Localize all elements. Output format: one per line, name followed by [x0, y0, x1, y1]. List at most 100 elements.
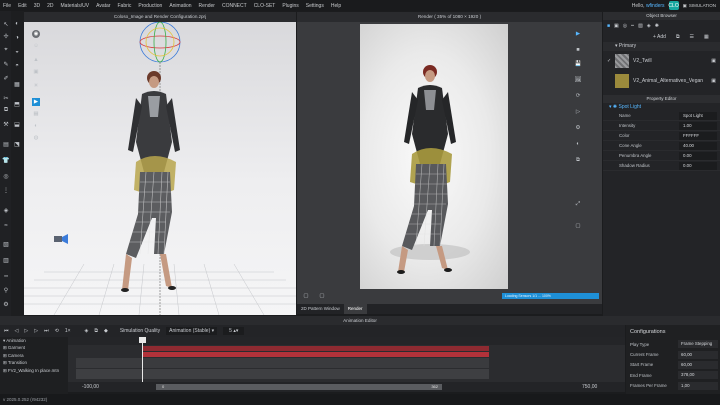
- zipper-icon[interactable]: ⋮: [2, 186, 10, 194]
- prop-value[interactable]: FFFFFF: [679, 131, 717, 140]
- layer-icon[interactable]: ▦: [13, 80, 21, 88]
- go-to-end-icon[interactable]: ⏭: [44, 328, 49, 334]
- menu-edit[interactable]: Edit: [18, 3, 27, 9]
- camera-track[interactable]: [142, 352, 489, 357]
- grid-view-icon[interactable]: ▦: [704, 34, 709, 40]
- garment-track[interactable]: [142, 346, 489, 351]
- tree-item-garment[interactable]: ⊞ Garment: [0, 344, 68, 351]
- tree-item-transition[interactable]: ⊞ Transition: [0, 359, 68, 366]
- property-node[interactable]: ▾ ✺ Spot Light: [603, 103, 720, 111]
- menu-clo-set[interactable]: CLO-SET: [254, 3, 276, 9]
- viewport3d[interactable]: [24, 22, 296, 315]
- prop-value[interactable]: 0.00: [679, 151, 717, 160]
- cfg-value[interactable]: 378,00: [678, 371, 718, 380]
- step-forward-icon[interactable]: ▷: [34, 328, 38, 334]
- transition-track[interactable]: [142, 358, 489, 368]
- render-save-icon[interactable]: 💾: [574, 60, 582, 68]
- tab-2d-pattern-window[interactable]: 2D Pattern Window: [297, 304, 344, 314]
- loop-icon[interactable]: ⟲: [55, 328, 59, 334]
- display-avatar-icon[interactable]: ☺: [32, 42, 40, 50]
- shirt-icon[interactable]: 👕: [2, 156, 10, 164]
- prop-value[interactable]: 40.00: [679, 141, 717, 150]
- menu-materials-uv[interactable]: Materials/UV: [61, 3, 90, 9]
- render-viewer-icon[interactable]: ▢: [574, 222, 582, 230]
- menu-file[interactable]: File: [3, 3, 11, 9]
- record-icon[interactable]: ◈: [85, 328, 89, 334]
- key-icon[interactable]: ◆: [104, 328, 108, 334]
- step-back-icon[interactable]: ◁: [15, 328, 19, 334]
- render-fit-icon[interactable]: ▢: [318, 292, 326, 300]
- trim-tab-icon[interactable]: ◈: [647, 23, 651, 29]
- cfg-value[interactable]: Frame Stepping: [678, 340, 718, 349]
- seam-icon[interactable]: ⧉: [2, 106, 10, 114]
- go-to-start-icon[interactable]: ⏮: [4, 328, 9, 334]
- tree-item-animation[interactable]: ▾ Animation: [0, 337, 68, 344]
- display-garment-icon[interactable]: ▲: [32, 56, 40, 64]
- timeline[interactable]: [68, 337, 625, 382]
- graphic-tab-icon[interactable]: ▧: [638, 23, 643, 29]
- transform-icon[interactable]: ✢: [2, 32, 10, 40]
- render-snap-icon[interactable]: ▢: [302, 292, 310, 300]
- buttonhole-tab-icon[interactable]: ◎: [623, 23, 627, 29]
- topstitch-tab-icon[interactable]: ┅: [631, 23, 634, 29]
- cfg-value[interactable]: 60,00: [678, 360, 718, 369]
- menu-help[interactable]: Help: [331, 3, 341, 9]
- brush-icon[interactable]: ✐: [2, 74, 10, 82]
- display-render-icon[interactable]: ▶: [32, 98, 40, 106]
- pin-icon[interactable]: ✂: [2, 94, 10, 102]
- menu-render[interactable]: Render: [199, 3, 215, 9]
- simulation-mode-button[interactable]: ▣ SIMULATION: [683, 3, 716, 9]
- range-left-value[interactable]: -100,00: [82, 384, 99, 390]
- display-xray-icon[interactable]: ◍: [32, 134, 40, 142]
- trim-icon[interactable]: ▥: [2, 256, 10, 264]
- add-button[interactable]: + Add: [653, 34, 666, 40]
- range-right-value[interactable]: 750,00: [582, 384, 597, 390]
- arrange-icon[interactable]: ⬒: [13, 100, 21, 108]
- display-light-icon[interactable]: ☀: [32, 82, 40, 90]
- menu-animation[interactable]: Animation: [169, 3, 191, 9]
- render-turntable-icon[interactable]: ⟳: [574, 92, 582, 100]
- render-video-icon[interactable]: ▷: [574, 108, 582, 116]
- select-move-icon[interactable]: ↖: [2, 20, 10, 28]
- display-fabric-icon[interactable]: ▣: [32, 68, 40, 76]
- fit-map-icon[interactable]: ◑: [13, 34, 21, 42]
- menu-2d[interactable]: 2D: [47, 3, 53, 9]
- light-tab-icon[interactable]: ✺: [655, 23, 659, 29]
- tree-item-camera[interactable]: ⊞ Camera: [0, 352, 68, 359]
- snapshot-icon[interactable]: ⬔: [13, 140, 21, 148]
- copy-icon[interactable]: ⧉: [676, 34, 680, 40]
- camera-view-icon[interactable]: ◉: [32, 30, 40, 38]
- prop-value[interactable]: 0.00: [679, 161, 717, 170]
- fps-stepper[interactable]: 5 ▴▾: [223, 327, 245, 335]
- quality-select[interactable]: Animation (Stable) ▾: [166, 327, 218, 335]
- spot-light-icon[interactable]: [54, 234, 68, 244]
- motion-track[interactable]: [142, 369, 489, 379]
- display-shadow-icon[interactable]: ◐: [32, 122, 40, 130]
- prop-value[interactable]: 1.00: [679, 121, 717, 130]
- render-image-icon[interactable]: 🖼: [574, 76, 582, 84]
- play-icon[interactable]: ▷: [24, 328, 28, 334]
- button-tool-icon[interactable]: ◎: [2, 172, 10, 180]
- tack-icon[interactable]: ⌖: [2, 46, 10, 54]
- measure-icon[interactable]: ▤: [2, 140, 10, 148]
- fabric-options-icon[interactable]: ▣: [711, 78, 716, 84]
- fabric-item[interactable]: ✓ V2_Twill ▣: [603, 51, 720, 71]
- menu-fabric[interactable]: Fabric: [118, 3, 132, 9]
- avatar-figure[interactable]: [121, 71, 180, 292]
- fabric-item[interactable]: V2_Animal_Alternatives_Vegan ▣: [603, 71, 720, 91]
- topstitch-icon[interactable]: ┅: [2, 272, 10, 280]
- display-grid-icon[interactable]: ▦: [32, 110, 40, 118]
- menu-production[interactable]: Production: [138, 3, 162, 9]
- menu-avatar[interactable]: Avatar: [96, 3, 110, 9]
- graphic-icon[interactable]: ▧: [2, 240, 10, 248]
- playhead[interactable]: [142, 337, 143, 382]
- settings-tool-icon[interactable]: ⚙: [2, 300, 10, 308]
- fold-icon[interactable]: ⚒: [2, 120, 10, 128]
- menu-plugins[interactable]: Plugins: [282, 3, 298, 9]
- capture-icon[interactable]: ⧉: [94, 328, 98, 334]
- render-resize-icon[interactable]: ⤢: [574, 200, 582, 208]
- cfg-value[interactable]: 1,00: [678, 381, 718, 390]
- button-tab-icon[interactable]: ▣: [614, 23, 619, 29]
- menu-3d[interactable]: 3D: [34, 3, 40, 9]
- texture-icon[interactable]: ◈: [2, 206, 10, 214]
